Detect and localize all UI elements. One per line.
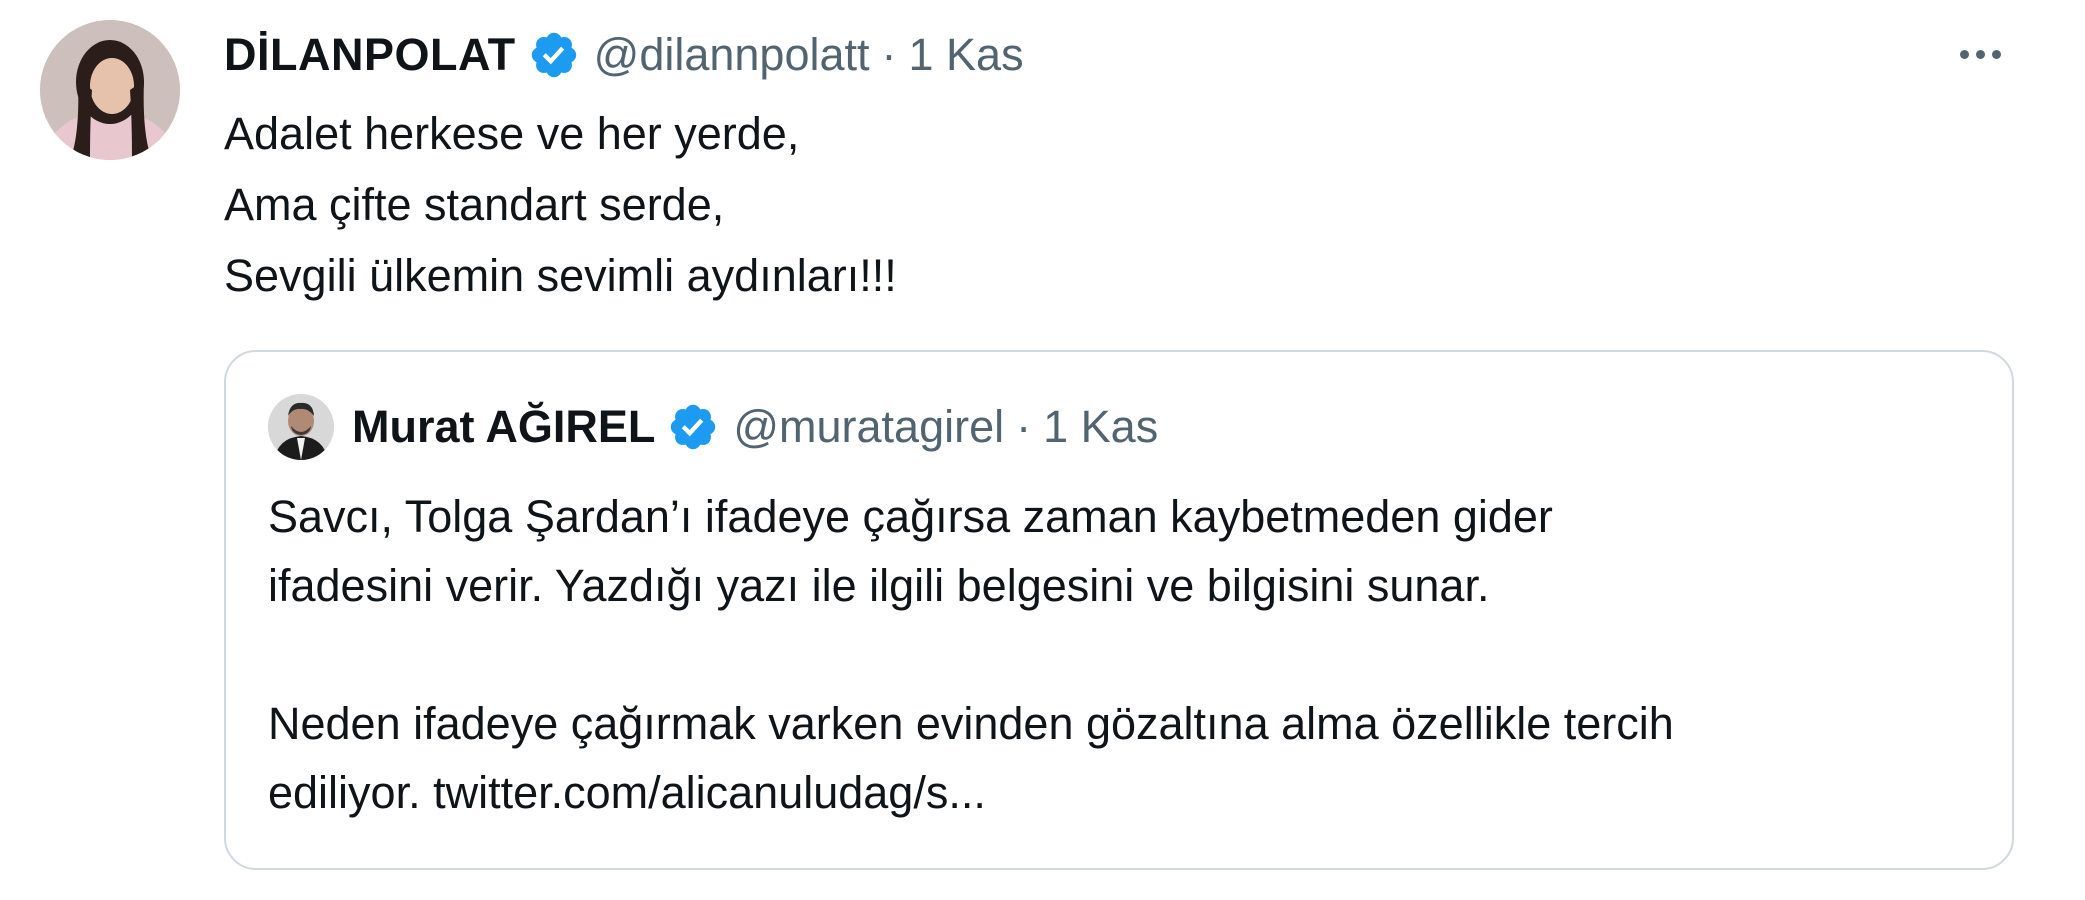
quoted-header-separator: ·	[1016, 401, 1032, 452]
quoted-avatar-photo	[268, 394, 334, 460]
quoted-text-line: Neden ifadeye çağırmak varken evinden gö…	[268, 698, 1674, 749]
tweet-text-line: Sevgili ülkemin sevimli aydınları!!!	[224, 250, 897, 301]
quoted-tweet[interactable]: Murat AĞIREL @muratagirel · 1 Kas Savcı,…	[224, 350, 2014, 870]
author-avatar[interactable]	[40, 20, 180, 160]
quoted-tweet-text: Savcı, Tolga Şardan’ı ifadeye çağırsa za…	[268, 482, 1968, 827]
quoted-author-avatar	[268, 394, 334, 460]
header-separator: ·	[881, 29, 897, 80]
quoted-tweet-timestamp: 1 Kas	[1043, 401, 1159, 452]
author-handle[interactable]: @dilannpolatt	[594, 29, 870, 81]
tweet-text-line: Ama çifte standart serde,	[224, 179, 725, 230]
quoted-text-line: ifadesini verir. Yazdığı yazı ile ilgili…	[268, 560, 1490, 611]
quoted-tweet-header: Murat AĞIREL @muratagirel · 1 Kas	[268, 392, 1158, 462]
tweet-text: Adalet herkese ve her yerde, Ama çifte s…	[224, 98, 897, 311]
quoted-text-line: ediliyor. twitter.com/alicanuludag/s...	[268, 767, 986, 818]
dot	[1959, 49, 1969, 59]
quoted-author-handle: @muratagirel	[733, 401, 1005, 452]
author-display-name[interactable]: DİLANPOLAT	[224, 29, 516, 81]
verified-badge-icon	[531, 32, 576, 78]
dot	[1975, 49, 1985, 59]
quoted-author-display-name: Murat AĞIREL	[352, 401, 656, 452]
dot	[1991, 49, 2001, 59]
verified-badge-icon	[671, 404, 716, 450]
tweet-card[interactable]: DİLANPOLAT @dilannpolatt · 1 Kas Adalet …	[0, 0, 2085, 900]
more-options-icon[interactable]	[1950, 34, 2010, 74]
tweet-text-line: Adalet herkese ve her yerde,	[224, 108, 800, 159]
tweet-header: DİLANPOLAT @dilannpolatt · 1 Kas	[224, 26, 1024, 84]
tweet-timestamp[interactable]: 1 Kas	[909, 29, 1024, 81]
quoted-text-line: Savcı, Tolga Şardan’ı ifadeye çağırsa za…	[268, 491, 1553, 542]
avatar-photo	[40, 20, 180, 160]
